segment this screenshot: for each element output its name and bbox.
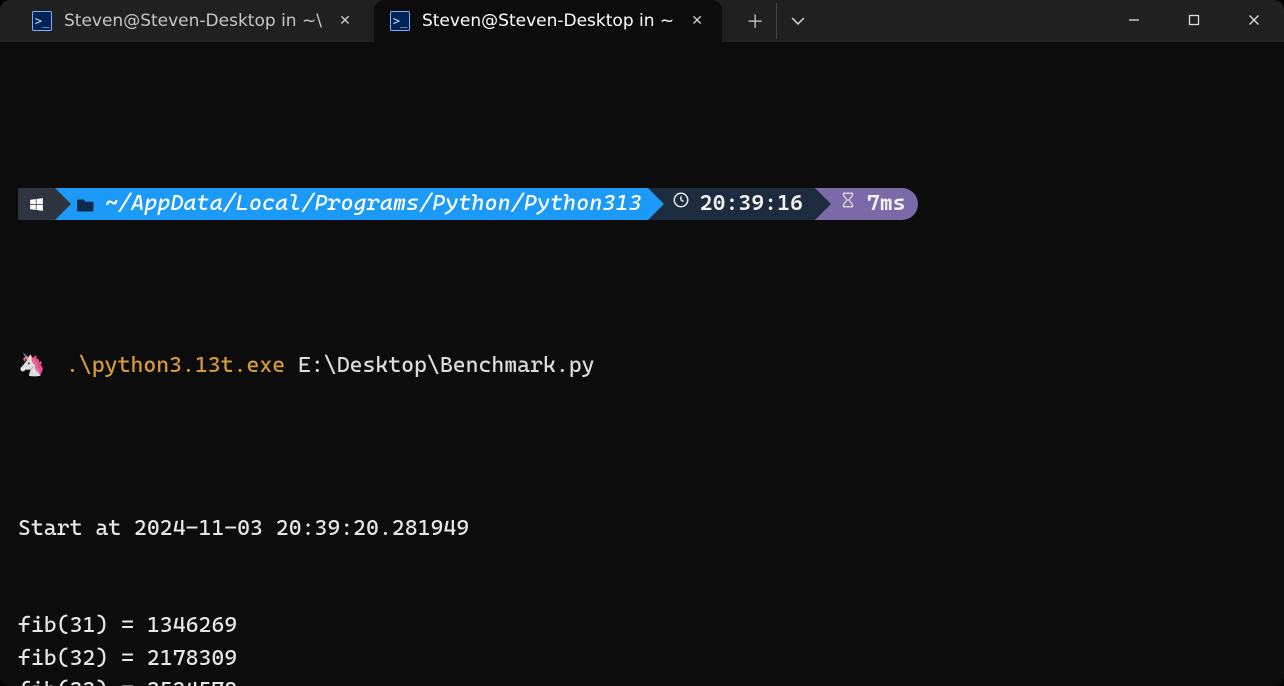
new-tab-button[interactable]: ＋ [734,3,776,39]
tab-list: >_ Steven@Steven-Desktop in ~\ ✕ >_ Stev… [0,0,818,42]
command-line: 🦄 .\python3.13t.exe E:\Desktop\Benchmark… [18,350,1266,383]
folder-icon [77,196,95,212]
path-segment: ~/AppData/Local/Programs/Python/Python31… [55,188,648,220]
tab-dropdown-button[interactable] [776,3,818,39]
tab-2-active[interactable]: >_ Steven@Steven-Desktop in ~ ✕ [374,0,722,42]
prompt-line-1: ~/AppData/Local/Programs/Python/Python31… [18,188,1266,220]
powershell-icon: >_ [32,11,52,31]
close-tab-icon[interactable]: ✕ [334,10,356,32]
tab-title: Steven@Steven-Desktop in ~\ [64,11,322,31]
output-start: Start at 2024-11-03 20:39:20.281949 [18,513,1266,546]
os-segment [18,188,55,220]
output-line: fib(32) = 2178309 [18,643,1266,676]
titlebar: >_ Steven@Steven-Desktop in ~\ ✕ >_ Stev… [0,0,1284,42]
maximize-button[interactable] [1164,0,1224,40]
time-text: 20:39:16 [700,188,803,221]
hourglass-icon [839,188,857,221]
output-fib-block: fib(31) = 1346269fib(32) = 2178309fib(33… [18,610,1266,686]
unicorn-icon: 🦄 [18,350,66,383]
window-controls [1104,0,1284,42]
command-text: .\python3.13t.exe E:\Desktop\Benchmark.p… [66,350,595,383]
close-tab-icon[interactable]: ✕ [686,10,708,32]
tab-1[interactable]: >_ Steven@Steven-Desktop in ~\ ✕ [16,0,370,42]
new-tab-group: ＋ [734,3,818,39]
terminal-window: >_ Steven@Steven-Desktop in ~\ ✕ >_ Stev… [0,0,1284,686]
time-segment: 20:39:16 [648,188,815,220]
powershell-icon: >_ [390,11,410,31]
output-line: fib(31) = 1346269 [18,610,1266,643]
minimize-button[interactable] [1104,0,1164,40]
tab-title: Steven@Steven-Desktop in ~ [422,11,674,31]
windows-icon [28,196,45,213]
close-window-button[interactable] [1224,0,1284,40]
output-line: fib(33) = 3524578 [18,675,1266,686]
duration-text: 7ms [867,188,906,221]
clock-icon [672,188,690,221]
path-text: ~/AppData/Local/Programs/Python/Python31… [105,188,642,221]
terminal-body[interactable]: ~/AppData/Local/Programs/Python/Python31… [0,42,1284,686]
